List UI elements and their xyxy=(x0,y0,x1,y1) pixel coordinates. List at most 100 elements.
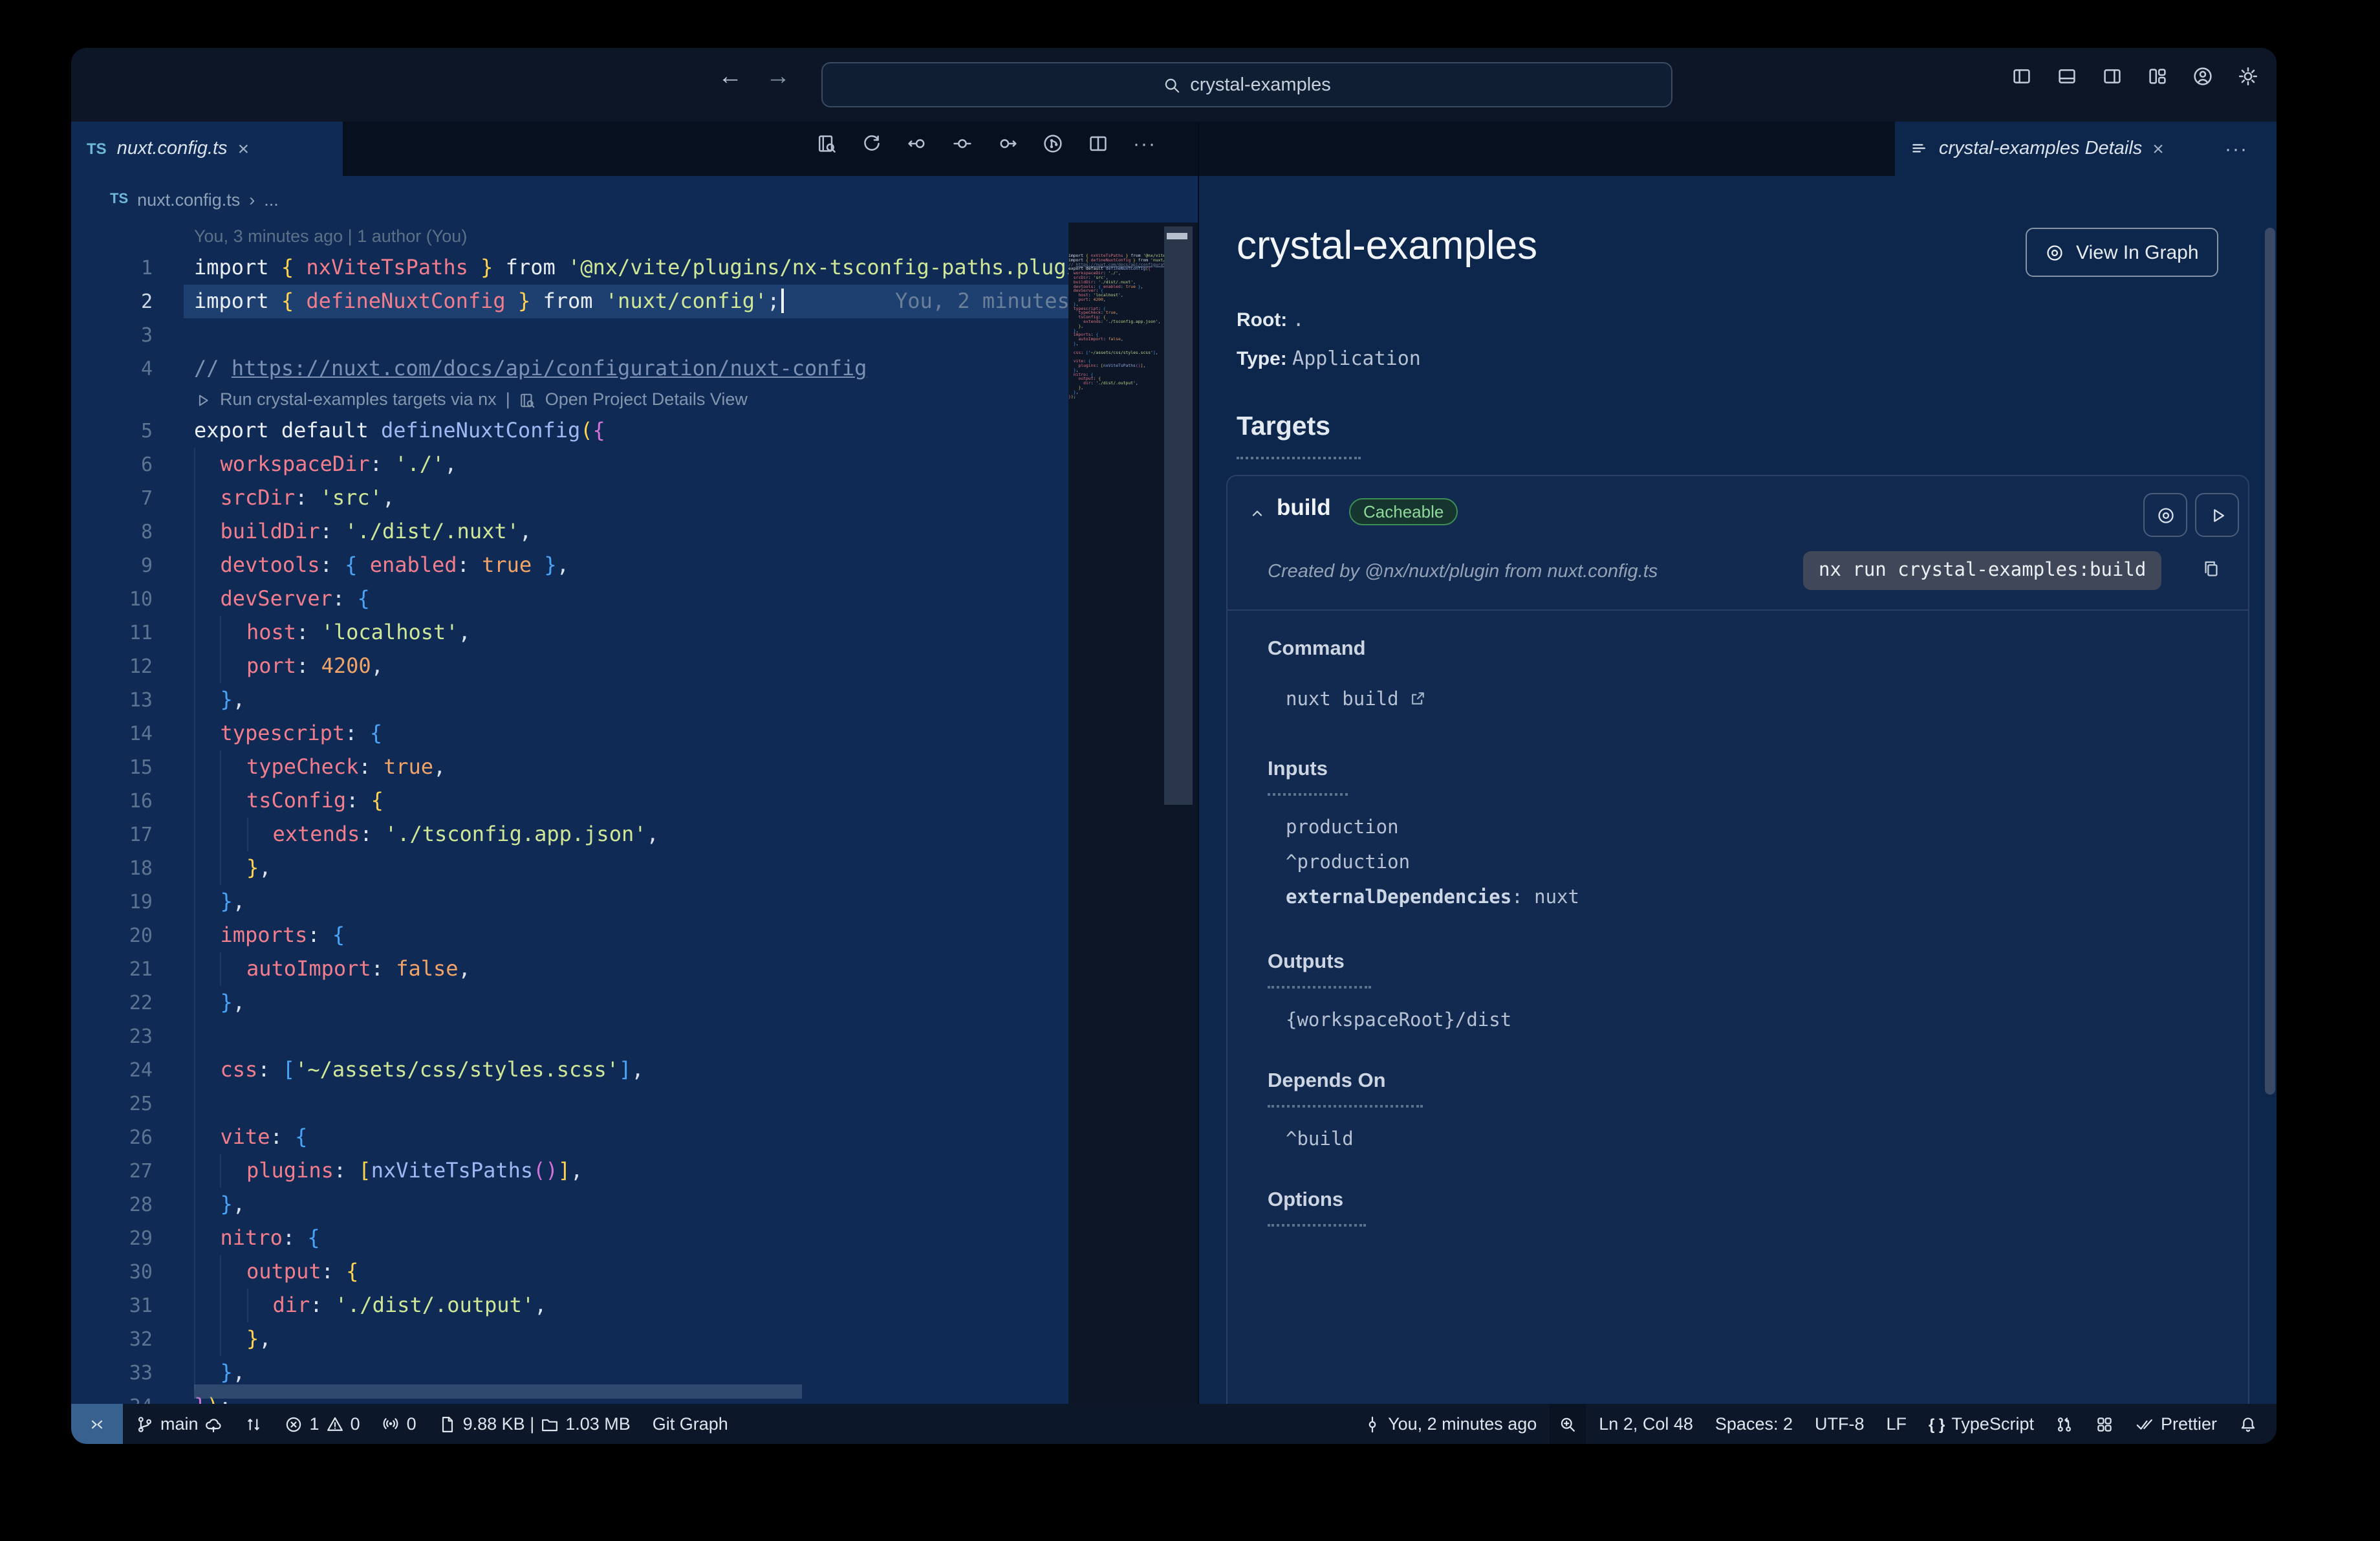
code-line-11[interactable]: 11 host: 'localhost', xyxy=(71,616,1068,650)
statusbar-item-branch[interactable]: main xyxy=(127,1404,232,1444)
statusbar-item-commit[interactable]: You, 2 minutes ago xyxy=(1354,1404,1546,1444)
command-center-search[interactable]: crystal-examples xyxy=(821,62,1672,107)
code-line-29[interactable]: 29 nitro: { xyxy=(71,1221,1068,1255)
statusbar-item-zoom-in[interactable] xyxy=(1550,1404,1586,1444)
git-graph-icon[interactable] xyxy=(1043,133,1063,155)
code-line-19[interactable]: 19}, xyxy=(71,885,1068,919)
line-number: 8 xyxy=(140,520,153,543)
statusbar-item-broadcast[interactable]: 0 xyxy=(373,1404,426,1444)
code-line-7[interactable]: 7 srcDir: 'src', xyxy=(71,481,1068,515)
code-line-4[interactable]: 4// https://nuxt.com/docs/api/configurat… xyxy=(71,352,1068,386)
vertical-scrollbar[interactable] xyxy=(1164,226,1193,805)
minimap[interactable]: import { nxViteTsPaths } from '@nx/vite/… xyxy=(1068,254,1164,461)
code-line-25[interactable]: 25 xyxy=(71,1087,1068,1120)
run-target-button[interactable] xyxy=(2195,493,2239,537)
code-line-8[interactable]: 8 buildDir: './dist/.nuxt', xyxy=(71,515,1068,549)
statusbar-item-bell[interactable] xyxy=(2230,1404,2266,1444)
code-line-27[interactable]: 27 plugins: [nxViteTsPaths()], xyxy=(71,1154,1068,1188)
more-actions-icon[interactable]: ··· xyxy=(1133,133,1156,155)
tab-project-details[interactable]: crystal-examples Details × xyxy=(1895,122,2277,176)
search-value: crystal-examples xyxy=(1190,74,1331,95)
code-line-15[interactable]: 15 typeCheck: true, xyxy=(71,750,1068,784)
code-line-16[interactable]: 16 tsConfig: { xyxy=(71,784,1068,818)
account-icon[interactable] xyxy=(2192,66,2213,87)
statusbar-item-file[interactable]: 9.88 KB | 1.03 MB xyxy=(429,1404,640,1444)
back-icon[interactable]: ← xyxy=(718,63,742,92)
code-line-20[interactable]: 20 imports: { xyxy=(71,919,1068,952)
code-line-14[interactable]: 14 typescript: { xyxy=(71,717,1068,750)
breadcrumb-file[interactable]: nuxt.config.ts xyxy=(137,190,240,209)
statusbar-item-pr[interactable] xyxy=(2047,1404,2083,1444)
line-number: 18 xyxy=(129,857,153,880)
code-line-24[interactable]: 24 css: ['~/assets/css/styles.scss'], xyxy=(71,1053,1068,1087)
plugin-icon xyxy=(2096,1415,2114,1433)
statusbar-item-error[interactable]: 10 xyxy=(276,1404,369,1444)
panel-bottom-icon[interactable] xyxy=(2057,66,2077,87)
editor-actions: ··· xyxy=(816,133,1156,155)
panel-right-icon[interactable] xyxy=(2102,66,2123,87)
view-in-graph-button[interactable]: View In Graph xyxy=(2026,228,2218,277)
minimize-window-button[interactable] xyxy=(127,75,144,92)
code-line-30[interactable]: 30 output: { xyxy=(71,1255,1068,1289)
view-target-graph-button[interactable] xyxy=(2143,493,2187,537)
close-tab-icon[interactable]: × xyxy=(238,138,250,160)
codelens-open-details-link[interactable]: Open Project Details View xyxy=(545,386,748,414)
book-search-icon[interactable] xyxy=(816,133,837,155)
close-tab-icon[interactable]: × xyxy=(2152,138,2164,160)
next-change-icon[interactable] xyxy=(997,133,1018,155)
breadcrumb[interactable]: TS nuxt.config.ts › ... xyxy=(71,176,1198,223)
refresh-icon[interactable] xyxy=(861,133,882,155)
code-line-32[interactable]: 32}, xyxy=(71,1322,1068,1356)
code-line-2[interactable]: 2 import { defineNuxtConfig } from 'nuxt/… xyxy=(71,285,1068,318)
breadcrumb-more[interactable]: ... xyxy=(264,190,279,209)
statusbar-item-checks[interactable]: Prettier xyxy=(2127,1404,2226,1444)
statusbar-item-utf-8[interactable]: UTF-8 xyxy=(1806,1404,1874,1444)
codelens-run-link[interactable]: Run crystal-examples targets via nx xyxy=(220,386,497,414)
card-divider xyxy=(1228,609,2248,611)
code-line-22[interactable]: 22}, xyxy=(71,986,1068,1020)
close-window-button[interactable] xyxy=(93,75,110,92)
panel-more-actions-icon[interactable]: ··· xyxy=(2225,138,2248,160)
code-line-21[interactable]: 21 autoImport: false, xyxy=(71,952,1068,986)
code-line-9[interactable]: 9 devtools: { enabled: true }, xyxy=(71,549,1068,582)
statusbar-item-ln-2-col-48[interactable]: Ln 2, Col 48 xyxy=(1590,1404,1702,1444)
forward-icon[interactable]: → xyxy=(766,63,790,92)
statusbar-item-compare[interactable] xyxy=(236,1404,272,1444)
code-line-3[interactable]: 3 xyxy=(71,318,1068,352)
code-line-31[interactable]: 31 dir: './dist/.output', xyxy=(71,1289,1068,1322)
code-line-26[interactable]: 26 vite: { xyxy=(71,1120,1068,1154)
codelens-row[interactable]: Run crystal-examples targets via nx | Open… xyxy=(194,386,748,414)
code-line-28[interactable]: 28}, xyxy=(71,1188,1068,1221)
prev-change-icon[interactable] xyxy=(907,133,927,155)
code-line-6[interactable]: 6 workspaceDir: './', xyxy=(71,448,1068,481)
annotation-icon[interactable] xyxy=(952,133,973,155)
zoom-window-button[interactable] xyxy=(160,75,177,92)
code-line-5[interactable]: 5 export default defineNuxtConfig({ xyxy=(71,414,1068,448)
code-line-13[interactable]: 13}, xyxy=(71,683,1068,717)
section-row: ^production xyxy=(1286,853,1411,873)
panel-scrollbar[interactable] xyxy=(2265,228,2275,1095)
panel-left-icon[interactable] xyxy=(2011,66,2032,87)
line-number: 26 xyxy=(129,1126,153,1149)
code-line-12[interactable]: 12 port: 4200, xyxy=(71,650,1068,683)
gear-icon[interactable] xyxy=(2238,66,2258,87)
run-command-chip[interactable]: nx run crystal-examples:build xyxy=(1803,551,2162,590)
code-line-1[interactable]: 1 import { nxViteTsPaths } from '@nx/vite… xyxy=(71,251,1068,285)
horizontal-scrollbar[interactable] xyxy=(194,1384,802,1399)
statusbar-item-spaces-2[interactable]: Spaces: 2 xyxy=(1706,1404,1802,1444)
code-line-10[interactable]: 10 devServer: { xyxy=(71,582,1068,616)
copy-icon[interactable] xyxy=(2202,559,2221,578)
statusbar-item-git-graph[interactable]: Git Graph xyxy=(644,1404,737,1444)
split-icon[interactable] xyxy=(1088,133,1109,155)
code-line-23[interactable]: 23 xyxy=(71,1020,1068,1053)
statusbar-item-braces[interactable]: { } TypeScript xyxy=(1920,1404,2043,1444)
statusbar-item-remote[interactable] xyxy=(71,1404,123,1444)
statusbar-item-plugin[interactable] xyxy=(2087,1404,2123,1444)
code-editor[interactable]: You, 3 minutes ago | 1 author (You) 1 impo… xyxy=(71,223,1068,1404)
tab-nuxt-config[interactable]: TS nuxt.config.ts × xyxy=(71,122,343,176)
statusbar-item-lf[interactable]: LF xyxy=(1877,1404,1916,1444)
layout-icon[interactable] xyxy=(2147,66,2168,87)
code-line-18[interactable]: 18}, xyxy=(71,851,1068,885)
collapse-chevron-icon[interactable] xyxy=(1248,505,1266,523)
code-line-17[interactable]: 17 extends: './tsconfig.app.json', xyxy=(71,818,1068,851)
